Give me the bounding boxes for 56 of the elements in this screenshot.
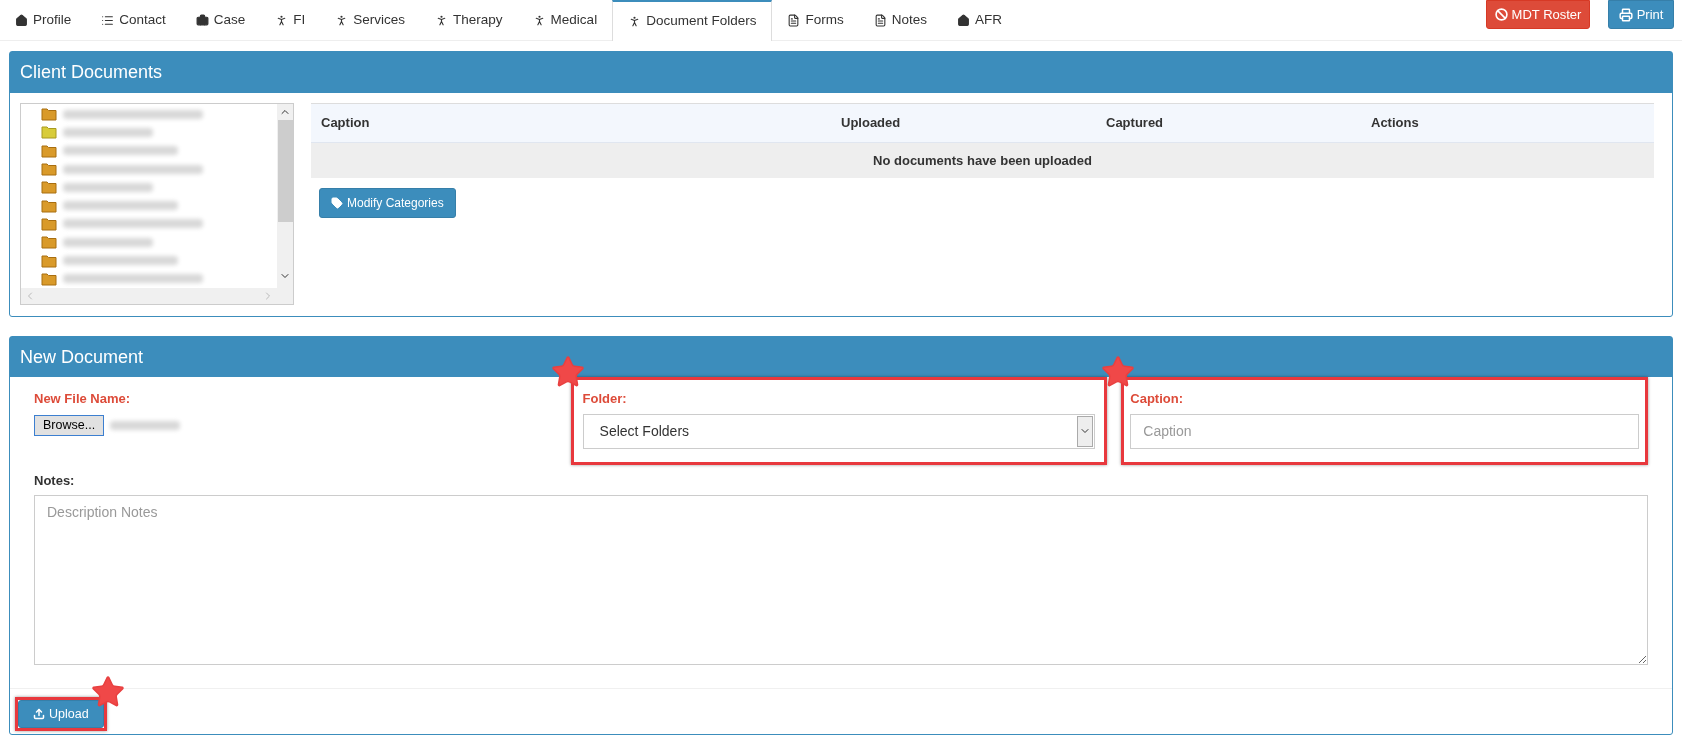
field-label: Folder: [582, 390, 628, 408]
horizontal-scrollbar[interactable] [21, 288, 277, 304]
folder-icon [41, 107, 57, 122]
folder-icon [41, 253, 57, 268]
folder-icon [41, 198, 57, 213]
roster-button[interactable]: MDT Roster [1486, 0, 1590, 29]
folder-icon [41, 125, 57, 140]
folder-tree[interactable] [20, 103, 294, 305]
tab[interactable]: Therapy [420, 0, 518, 41]
tab[interactable]: Forms [772, 0, 859, 41]
folder-icon [41, 143, 57, 158]
vertical-scrollbar[interactable] [277, 104, 293, 304]
redacted-file-name [110, 420, 181, 430]
folder-icon [41, 235, 57, 250]
print-button[interactable]: Print [1608, 0, 1674, 29]
ban-icon [1494, 8, 1508, 21]
column-header: Captured [1105, 114, 1165, 133]
column-header: Uploaded [840, 114, 902, 133]
modify-categories-button[interactable]: Modify Categories [319, 188, 456, 218]
empty-message: No documents have been uploaded [311, 143, 1654, 178]
column-header: Actions [1370, 114, 1420, 133]
field-label: Caption: [1130, 390, 1184, 408]
folder-icon [41, 162, 57, 177]
document-icon [787, 14, 801, 27]
printer-icon [1618, 7, 1633, 22]
tab[interactable]: Document Folders [612, 0, 773, 41]
document-icon [873, 14, 887, 27]
tag-icon [331, 197, 343, 209]
notes-field[interactable]: Description Notes [34, 495, 1648, 665]
tab[interactable]: Case [180, 0, 261, 41]
caption-field[interactable]: Caption [1130, 413, 1639, 449]
field-label: New File Name: [34, 390, 132, 408]
tab[interactable]: Profile [0, 0, 87, 41]
briefcase-icon [195, 14, 209, 27]
tab[interactable]: Services [320, 0, 421, 41]
field-label: Notes: [34, 471, 76, 490]
folder-icon [41, 180, 57, 195]
scroll-thumb[interactable] [277, 120, 293, 222]
upload-button[interactable]: Upload [18, 700, 104, 728]
tab[interactable]: Notes [858, 0, 942, 41]
folder-select[interactable]: Select Folders [582, 413, 1096, 449]
upload-icon [33, 708, 45, 720]
panel-header: Client Documents [10, 52, 1672, 93]
list-icon [101, 14, 115, 27]
home-icon [956, 14, 970, 27]
tab[interactable]: FI [260, 0, 321, 41]
browse-button[interactable]: Browse... [34, 414, 105, 436]
folder-icon [41, 216, 57, 231]
panel-header: New Document [10, 337, 1672, 377]
column-header: Caption [320, 114, 371, 133]
dropdown-button[interactable] [1077, 415, 1094, 447]
home-icon [15, 14, 28, 27]
tab[interactable]: AFR [941, 0, 1017, 41]
tab[interactable]: Contact [86, 0, 181, 41]
folder-icon [41, 271, 57, 286]
tab[interactable]: Medical [517, 0, 613, 41]
